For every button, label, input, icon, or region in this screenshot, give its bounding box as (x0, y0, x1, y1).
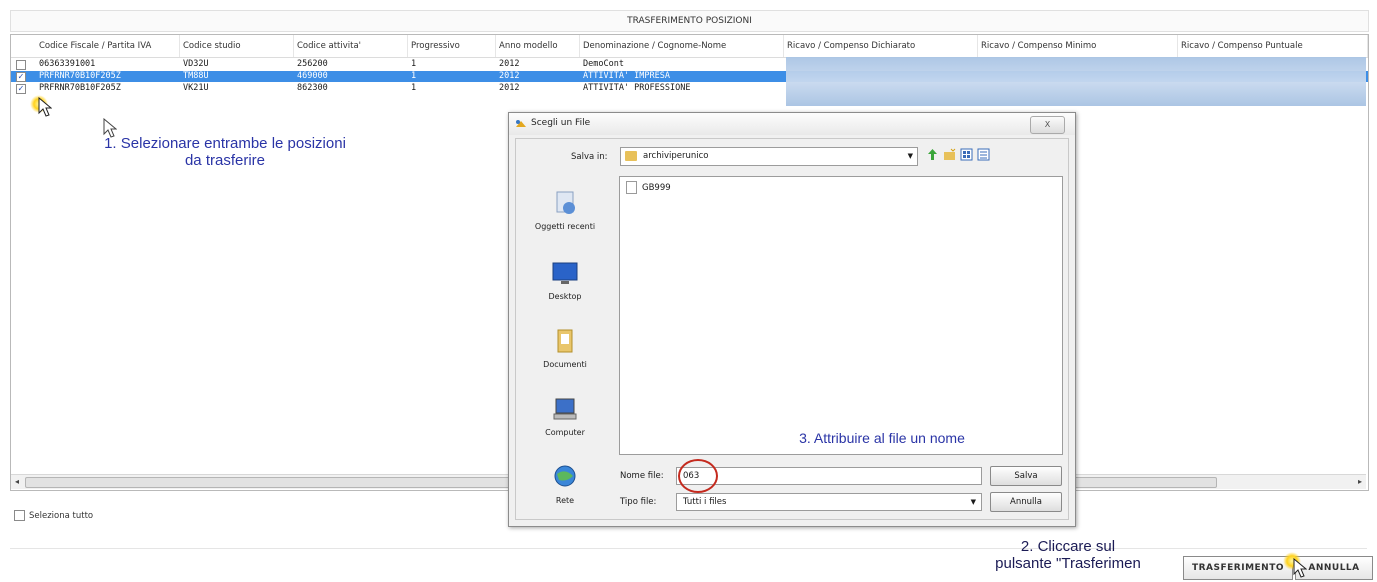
file-icon (626, 181, 637, 194)
new-folder-icon[interactable] (943, 148, 956, 161)
file-name: GB999 (642, 183, 671, 193)
dialog-app-icon (516, 120, 526, 127)
cell-activity-code: 256200 (297, 59, 328, 69)
cell-study-code: VK21U (183, 83, 209, 93)
cell-study-code: TM88U (183, 71, 209, 81)
close-icon: X (1044, 120, 1051, 129)
step1-line2: da trasferire (184, 152, 266, 169)
folder-icon (625, 151, 637, 161)
computer-icon (553, 398, 577, 420)
row-checkbox[interactable] (16, 60, 26, 70)
step3-note: 3. Attribuire al file un nome (799, 430, 965, 446)
scroll-left-icon[interactable]: ◂ (12, 477, 22, 487)
chevron-down-icon: ▼ (970, 498, 976, 506)
row-checkbox[interactable]: ✓ (16, 72, 26, 82)
filename-input[interactable]: 063 (676, 467, 982, 485)
column-header[interactable]: Anno modello (495, 35, 580, 57)
cell-progressive: 1 (411, 71, 417, 81)
column-header[interactable]: Codice Fiscale / Partita IVA (35, 35, 180, 57)
scroll-right-icon[interactable]: ▸ (1355, 477, 1365, 487)
documents-icon (557, 329, 573, 353)
place-network[interactable]: Rete (520, 464, 610, 505)
filetype-value: Tutti i files (683, 497, 727, 507)
cell-fiscal-code: PRFRNR70B10F205Z (39, 83, 121, 93)
network-globe-icon (554, 465, 576, 487)
recent-items-icon (556, 191, 575, 214)
step2-line1: 2. Cliccare sul (1020, 538, 1116, 555)
place-computer[interactable]: Computer (520, 396, 610, 437)
panel-title: TRASFERIMENTO POSIZIONI (10, 10, 1369, 32)
blurred-values (786, 57, 1366, 106)
column-header[interactable]: Ricavo / Compenso Dichiarato (783, 35, 978, 57)
step2-line2: pulsante "Trasferimen (995, 555, 1141, 572)
dialog-body: Salva in: archiviperunico ▼ Oggetti rece… (515, 138, 1069, 520)
place-label: Documenti (543, 360, 587, 369)
cell-name: ATTIVITA' IMPRESA (583, 71, 670, 81)
select-all[interactable]: Seleziona tutto (14, 510, 93, 521)
cell-model-year: 2012 (499, 83, 520, 93)
save-in-label: Salva in: (571, 152, 608, 162)
cell-progressive: 1 (411, 83, 417, 93)
save-in-value: archiviperunico (643, 151, 709, 161)
mouse-cursor-icon (38, 97, 52, 117)
filetype-dropdown[interactable]: Tutti i files ▼ (676, 493, 982, 511)
file-list[interactable]: GB999 3. Attribuire al file un nome (619, 176, 1063, 455)
transfer-button[interactable]: TRASFERIMENTO (1183, 556, 1293, 580)
cell-model-year: 2012 (499, 71, 520, 81)
place-label: Rete (555, 496, 575, 505)
place-documents[interactable]: Documenti (520, 328, 610, 369)
select-all-label: Seleziona tutto (29, 511, 94, 521)
cell-name: ATTIVITA' PROFESSIONE (583, 83, 691, 93)
cell-activity-code: 862300 (297, 83, 328, 93)
column-header[interactable]: Denominazione / Cognome-Nome (579, 35, 784, 57)
column-header[interactable]: Progressivo (407, 35, 496, 57)
place-label: Computer (545, 428, 585, 437)
step2-note: 2. Cliccare sul pulsante "Trasferimen (952, 538, 1184, 572)
cell-progressive: 1 (411, 59, 417, 69)
file-dialog: Scegli un File X Salva in: archiviperuni… (508, 112, 1076, 527)
close-button[interactable]: X (1030, 116, 1065, 134)
view-details-icon[interactable] (977, 148, 990, 161)
cell-fiscal-code: PRFRNR70B10F205Z (39, 71, 121, 81)
place-recent[interactable]: Oggetti recenti (520, 190, 610, 231)
view-list-icon[interactable] (960, 148, 973, 161)
cell-model-year: 2012 (499, 59, 520, 69)
mouse-cursor-icon (1293, 558, 1307, 578)
filename-label: Nome file: (620, 471, 664, 481)
dialog-title: Scegli un File (531, 118, 591, 128)
places-bar: Oggetti recenti Desktop Documenti Comput… (520, 176, 610, 516)
column-header[interactable]: Ricavo / Compenso Minimo (977, 35, 1178, 57)
filetype-label: Tipo file: (620, 497, 657, 507)
chevron-down-icon: ▼ (907, 152, 913, 160)
cell-study-code: VD32U (183, 59, 209, 69)
cell-activity-code: 469000 (297, 71, 328, 81)
up-folder-icon[interactable] (926, 148, 939, 161)
column-header[interactable]: Ricavo / Compenso Puntuale (1177, 35, 1368, 57)
save-in-dropdown[interactable]: archiviperunico ▼ (620, 147, 918, 166)
row-checkbox[interactable]: ✓ (16, 84, 26, 94)
place-label: Oggetti recenti (534, 222, 596, 231)
save-button[interactable]: Salva (990, 466, 1062, 486)
dialog-cancel-button[interactable]: Annulla (990, 492, 1062, 512)
dialog-titlebar[interactable]: Scegli un File X (509, 113, 1075, 135)
place-label: Desktop (548, 292, 582, 301)
column-header[interactable]: Codice studio (179, 35, 294, 57)
file-item[interactable]: GB999 (626, 181, 671, 194)
column-header[interactable]: Codice attivita' (293, 35, 408, 57)
desktop-icon (552, 262, 578, 284)
cell-fiscal-code: 06363391001 (39, 59, 96, 69)
highlight-circle (678, 459, 718, 493)
cell-name: DemoCont (583, 59, 624, 69)
place-desktop[interactable]: Desktop (520, 260, 610, 301)
select-all-checkbox[interactable] (14, 510, 25, 521)
table-header: Codice Fiscale / Partita IVA Codice stud… (11, 35, 1368, 58)
step1-note: 1. Selezionare entrambe le posizioni da … (60, 135, 390, 169)
mouse-cursor-icon (103, 118, 117, 138)
